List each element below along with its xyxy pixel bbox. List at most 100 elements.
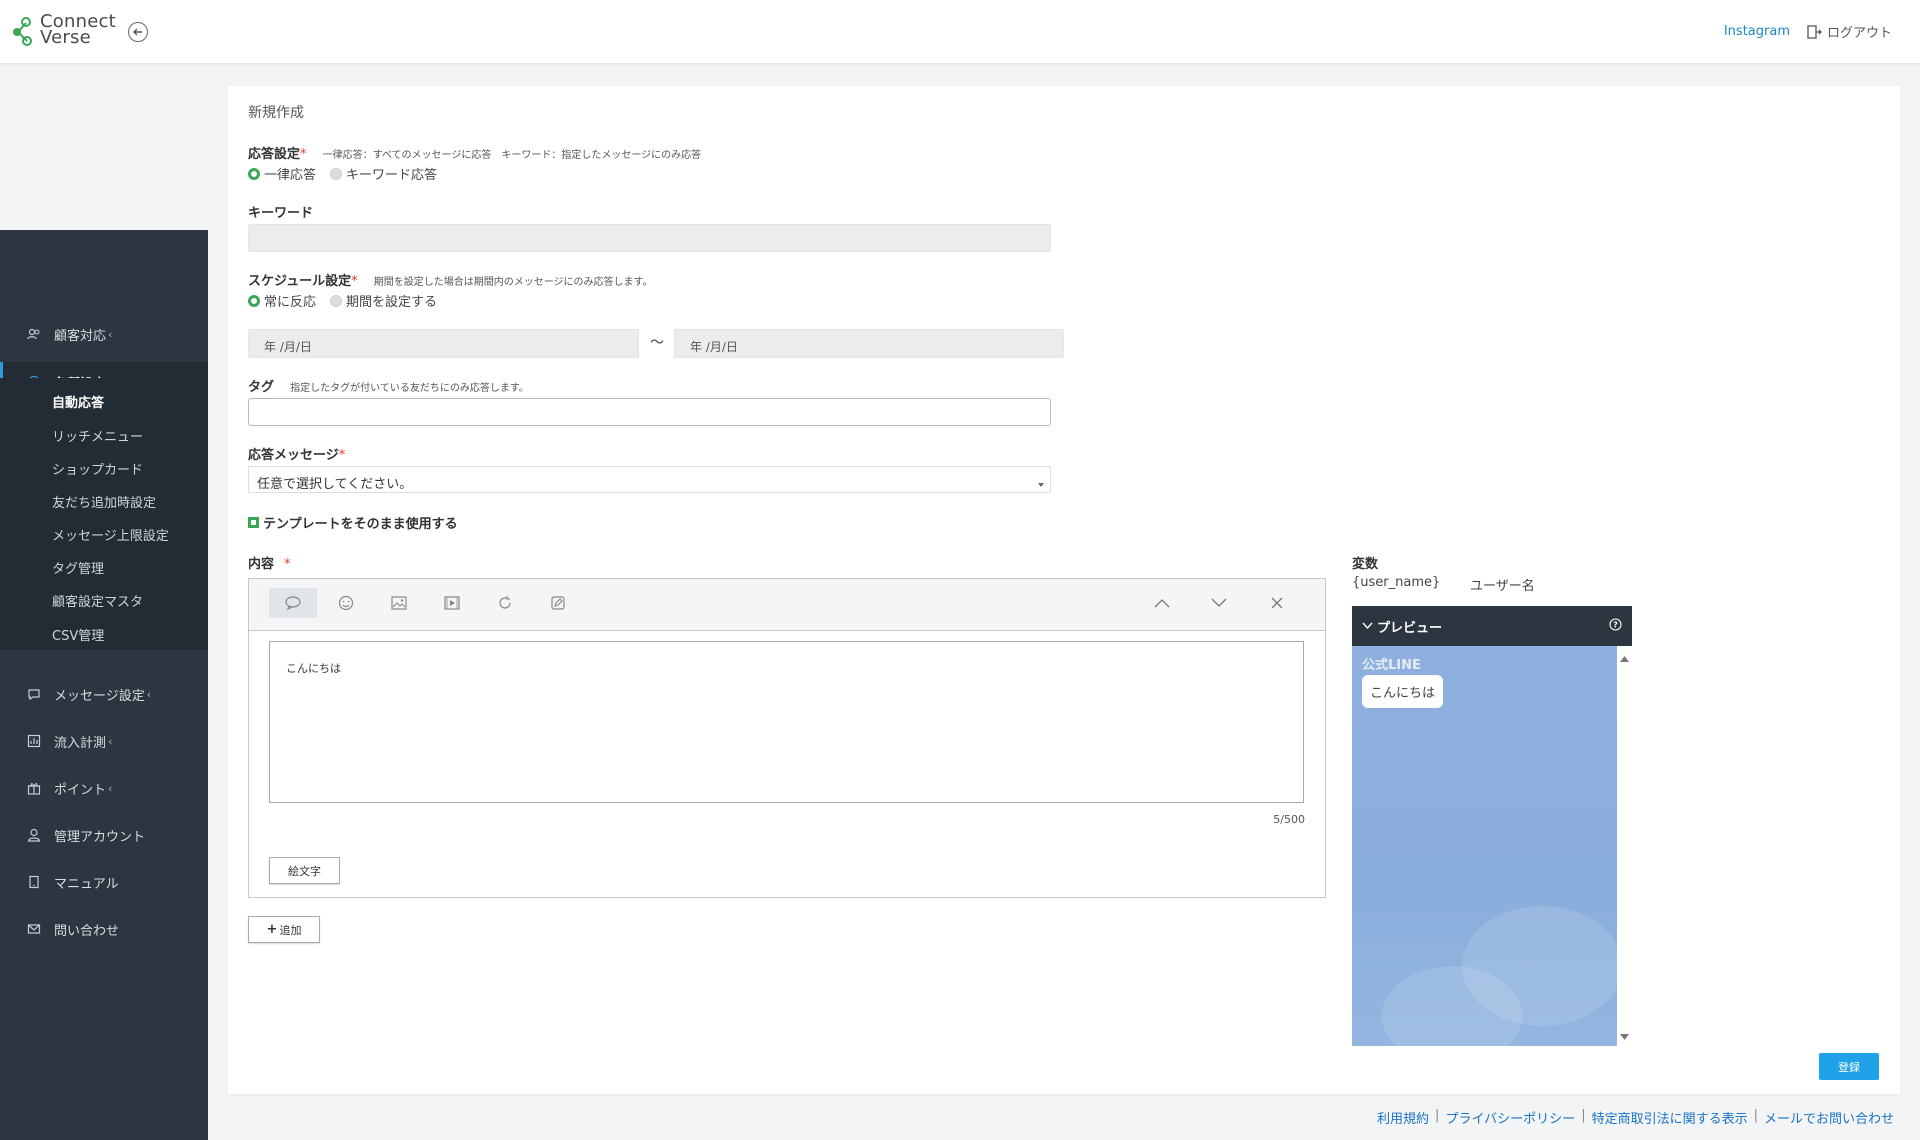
emoji-button[interactable]: 絵文字	[269, 857, 340, 884]
book-icon	[26, 874, 42, 890]
top-header: Connect Verse Instagram ログアウト	[0, 0, 1920, 64]
submit-button[interactable]: 登録	[1819, 1053, 1879, 1080]
date-range-separator: 〜	[650, 335, 664, 351]
sidebar-item-label: 流入計測	[54, 735, 107, 751]
sidebar-item-label: 顧客対応	[54, 328, 107, 344]
content-textarea[interactable]: こんにちは	[269, 641, 1304, 803]
submenu-friend-add[interactable]: 友だち追加時設定	[52, 492, 156, 511]
tag-input[interactable]	[248, 398, 1051, 426]
required-mark: *	[300, 147, 307, 162]
required-mark: *	[338, 448, 346, 463]
submenu-tag-manage[interactable]: タグ管理	[52, 558, 104, 577]
radio-uniform-label[interactable]: 一律応答	[264, 164, 316, 183]
footer-link-privacy[interactable]: プライバシーポリシー	[1445, 1108, 1575, 1127]
footer-link-terms[interactable]: 利用規約	[1377, 1108, 1429, 1127]
sidebar-item-label: 管理アカウント	[54, 829, 146, 845]
footer-separator: |	[1435, 1108, 1440, 1123]
back-arrow-icon[interactable]	[128, 22, 148, 42]
header-actions: Instagram ログアウト	[1724, 22, 1892, 41]
video-icon[interactable]	[428, 588, 476, 618]
chevron-down-icon[interactable]	[1195, 588, 1243, 618]
chart-icon	[26, 733, 42, 749]
char-counter: 5/500	[1273, 813, 1305, 826]
response-setting-label: 応答設定	[248, 147, 301, 162]
radio-always[interactable]	[248, 294, 260, 307]
radio-uniform[interactable]	[248, 167, 260, 180]
chat-icon	[26, 686, 42, 702]
sidebar-item-customer[interactable]: 顧客対応 ‹	[0, 314, 208, 354]
chevron-up-icon[interactable]	[1138, 588, 1186, 618]
sidebar-item-admin[interactable]: 管理アカウント	[0, 815, 208, 855]
logo-text: Connect Verse	[40, 13, 116, 48]
refresh-icon[interactable]	[481, 588, 529, 618]
message-select[interactable]: 任意で選択してください。	[248, 466, 1051, 493]
schedule-label: スケジュール設定	[248, 274, 352, 289]
sidebar-item-tracking[interactable]: 流入計測 ‹	[0, 721, 208, 761]
logo-line2: Verse	[40, 27, 91, 48]
submenu-csv[interactable]: CSV管理	[52, 625, 104, 644]
radio-period-label[interactable]: 期間を設定する	[346, 291, 437, 310]
mail-icon	[26, 921, 42, 937]
template-checkbox-row[interactable]: テンプレートをそのまま使用する	[248, 513, 458, 532]
sidebar: 顧客対応‹ 各種設定 自動応答 リッチメニュー ショップカード 友だち追加時設定…	[0, 230, 208, 1140]
preview-scrollbar[interactable]	[1617, 646, 1632, 1046]
user-icon	[26, 827, 42, 843]
sidebar-item-label: メッセージ設定	[54, 688, 145, 704]
logo[interactable]: Connect Verse	[12, 13, 122, 50]
scroll-up-icon[interactable]	[1620, 651, 1629, 666]
keyword-input[interactable]	[248, 224, 1051, 252]
template-checkbox-label: テンプレートをそのまま使用する	[263, 517, 458, 532]
radio-period[interactable]	[330, 294, 343, 307]
edit-icon[interactable]	[534, 588, 582, 618]
content-label-row: 内容 *	[248, 553, 291, 572]
submenu-customer-master[interactable]: 顧客設定マスタ	[52, 591, 143, 610]
preview-header[interactable]: プレビュー ?	[1352, 606, 1632, 646]
tag-label: タグ	[248, 380, 275, 395]
preview-title: プレビュー	[1377, 620, 1443, 636]
submenu-auto-reply[interactable]: 自動応答	[52, 392, 104, 411]
sidebar-item-contact[interactable]: 問い合わせ	[0, 909, 208, 949]
image-icon[interactable]	[375, 588, 423, 618]
text-bubble-icon[interactable]	[269, 588, 317, 618]
preview-body: 公式LINE こんにちは	[1352, 646, 1617, 1046]
stamp-icon[interactable]	[322, 588, 370, 618]
svg-text:?: ?	[1613, 620, 1618, 629]
instagram-link[interactable]: Instagram	[1724, 24, 1790, 39]
radio-keyword-label[interactable]: キーワード応答	[346, 164, 437, 183]
variable-value: ユーザー名	[1470, 579, 1535, 594]
add-button[interactable]: + 追加	[248, 916, 320, 943]
radio-always-label[interactable]: 常に反応	[264, 291, 316, 310]
sidebar-item-points[interactable]: ポイント ‹	[0, 768, 208, 808]
date-end-input[interactable]: 年 /月/日	[674, 329, 1064, 358]
logout-icon	[1807, 24, 1822, 39]
logout-button[interactable]: ログアウト	[1806, 22, 1892, 41]
sidebar-item-manual[interactable]: マニュアル	[0, 862, 208, 902]
settings-submenu: 自動応答 リッチメニュー ショップカード 友だち追加時設定 メッセージ上限設定 …	[0, 378, 208, 650]
close-icon[interactable]	[1253, 588, 1301, 618]
schedule-hint: 期間を設定した場合は期間内のメッセージにのみ応答します。	[373, 277, 653, 288]
form-card: 新規作成 応答設定* 一律応答：すべてのメッセージに応答 キーワード：指定したメ…	[228, 86, 1900, 1094]
required-mark: *	[284, 557, 291, 572]
footer-link-commerce[interactable]: 特定商取引法に関する表示	[1592, 1108, 1748, 1127]
sidebar-item-label: ポイント	[54, 782, 107, 798]
editor-toolbar	[249, 579, 1325, 631]
scroll-down-icon[interactable]	[1620, 1029, 1629, 1044]
tag-hint: 指定したタグが付いている友だちにのみ応答します。	[290, 383, 529, 394]
footer-separator: |	[1753, 1108, 1758, 1123]
users-icon	[26, 326, 42, 342]
submenu-message-limit[interactable]: メッセージ上限設定	[52, 525, 169, 544]
variable-key: {user_name}	[1352, 575, 1441, 590]
sidebar-item-message[interactable]: メッセージ設定 ‹	[0, 674, 208, 714]
date-start-input[interactable]: 年 /月/日	[248, 329, 639, 358]
chevron-left-icon: ‹	[146, 687, 152, 701]
required-mark: *	[351, 274, 358, 289]
submenu-shop-card[interactable]: ショップカード	[52, 459, 143, 478]
submenu-rich-menu[interactable]: リッチメニュー	[52, 426, 143, 445]
schedule-radio-group: 常に反応 期間を設定する	[248, 291, 437, 310]
footer-link-contact[interactable]: メールでお問い合わせ	[1764, 1108, 1894, 1127]
content-label: 内容	[248, 557, 275, 572]
preview-bubble: こんにちは	[1362, 675, 1444, 708]
radio-keyword[interactable]	[330, 167, 343, 180]
help-icon[interactable]: ?	[1609, 617, 1622, 635]
template-checkbox[interactable]	[248, 517, 259, 528]
